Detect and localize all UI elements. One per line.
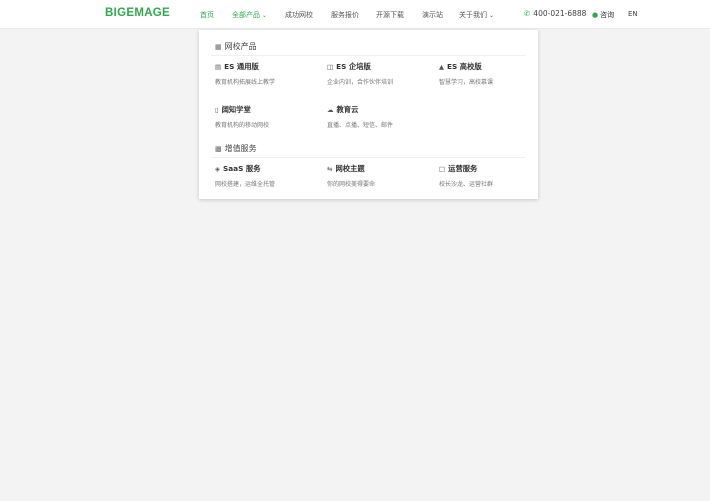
chevron-down-icon: ⌄: [489, 12, 495, 19]
product-name-row: ▯ 阔知学堂: [215, 105, 320, 115]
graduation-cap-icon: ▲: [439, 63, 444, 71]
consult-label: 咨询: [600, 11, 615, 19]
product-name-row: ◫ ES 企培版: [327, 62, 432, 72]
product-desc: 教育机构拓展线上教学: [215, 79, 276, 86]
product-education-cloud[interactable]: ☁ 教育云 直播、点播、短信、邮件: [327, 105, 432, 129]
service-name-row: ⇆ 网校主题: [327, 164, 432, 174]
monitor-icon: ▤: [215, 63, 222, 71]
product-name: ES 企培版: [336, 62, 371, 71]
product-desc: 教育机构的移动网校: [215, 122, 270, 129]
product-name-row: ☁ 教育云: [327, 105, 432, 115]
product-es-general[interactable]: ▤ ES 通用版 教育机构拓展线上教学: [215, 62, 320, 86]
service-name-row: □ 运营服务: [439, 164, 544, 174]
product-es-college[interactable]: ▲ ES 高校版 智慧学习，高校慕课: [439, 62, 544, 86]
building-icon: ◫: [327, 63, 334, 71]
nav-home[interactable]: 首页: [200, 10, 214, 20]
nav-all-products[interactable]: 全部产品 ⌄: [232, 10, 267, 20]
chart-icon: ▩: [215, 145, 222, 153]
cube-icon: ◈: [215, 165, 220, 173]
product-name-row: ▲ ES 高校版: [439, 62, 544, 72]
section-divider: [211, 157, 526, 158]
chevron-down-icon: ⌄: [262, 12, 268, 19]
nav-download[interactable]: 开源下载: [376, 10, 404, 20]
nav-demo[interactable]: 演示站: [422, 10, 443, 20]
desktop-icon: □: [439, 165, 446, 173]
service-saas[interactable]: ◈ SaaS 服务 网校搭建，运维全托管: [215, 164, 320, 188]
services-section-title: ▩ 增值服务: [215, 143, 257, 154]
product-name-row: ▤ ES 通用版: [215, 62, 320, 72]
service-name: 运营服务: [448, 164, 478, 173]
product-name: ES 通用版: [224, 62, 259, 71]
product-kuozhi-school[interactable]: ▯ 阔知学堂 教育机构的移动网校: [215, 105, 320, 129]
service-name: SaaS 服务: [223, 164, 261, 173]
product-desc: 企业内训，合作伙伴培训: [327, 79, 394, 86]
service-desc: 网校搭建，运维全托管: [215, 181, 276, 188]
product-desc: 直播、点播、短信、邮件: [327, 122, 394, 129]
product-desc: 智慧学习，高校慕课: [439, 79, 494, 86]
services-title-text: 增值服务: [224, 144, 257, 153]
service-name-row: ◈ SaaS 服务: [215, 164, 320, 174]
nav-about[interactable]: 关于我们 ⌄: [459, 10, 494, 20]
nav-all-products-label: 全部产品: [232, 11, 260, 19]
wechat-icon: ●: [592, 11, 599, 19]
product-es-enterprise[interactable]: ◫ ES 企培版 企业内训，合作伙伴培训: [327, 62, 432, 86]
shuffle-icon: ⇆: [327, 165, 333, 173]
site-logo[interactable]: BIGEMAGE: [105, 7, 170, 19]
nav-about-label: 关于我们: [459, 11, 487, 19]
service-desc: 校长沙龙、运营社群: [439, 181, 494, 188]
service-desc: 你的网校美得要命: [327, 181, 376, 188]
phone-icon: ✆: [524, 9, 531, 18]
products-section-title: ▦ 网校产品: [215, 41, 257, 52]
service-themes[interactable]: ⇆ 网校主题 你的网校美得要命: [327, 164, 432, 188]
products-title-text: 网校产品: [224, 42, 257, 51]
section-divider: [211, 55, 526, 56]
top-navigation-bar: BIGEMAGE 首页 全部产品 ⌄ 成功网校 服务报价 开源下载 演示站 关于我…: [0, 0, 710, 29]
service-operations[interactable]: □ 运营服务 校长沙龙、运营社群: [439, 164, 544, 188]
language-switch[interactable]: EN: [628, 10, 638, 18]
product-name: ES 高校版: [447, 62, 482, 71]
product-name: 阔知学堂: [221, 105, 251, 114]
cloud-icon: ☁: [327, 106, 334, 114]
product-name: 教育云: [336, 105, 359, 114]
service-name: 网校主题: [335, 164, 365, 173]
products-dropdown-menu: ▦ 网校产品 ▤ ES 通用版 教育机构拓展线上教学 ◫ ES 企培版 企业内训，合作…: [199, 30, 538, 199]
nav-pricing[interactable]: 服务报价: [331, 10, 359, 20]
grid-icon: ▦: [215, 43, 222, 51]
mobile-icon: ▯: [215, 106, 219, 114]
phone-text: 400-021-6888: [533, 9, 587, 18]
phone-number[interactable]: ✆ 400-021-6888: [524, 9, 586, 18]
consult-button[interactable]: ● 咨询: [592, 10, 614, 20]
nav-success-cases[interactable]: 成功网校: [285, 10, 313, 20]
